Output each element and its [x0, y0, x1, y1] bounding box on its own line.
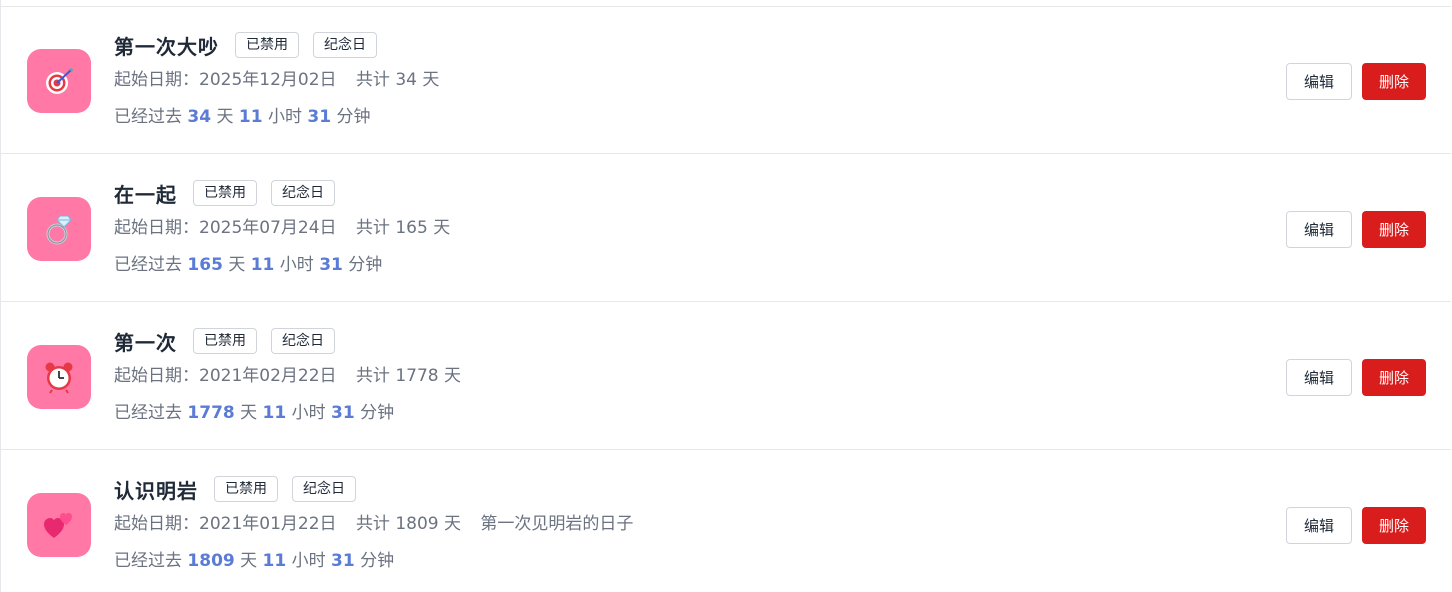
elapsed-hours: 11: [262, 551, 287, 571]
item-title: 第一次大吵: [114, 34, 219, 59]
edit-button[interactable]: 编辑: [1286, 63, 1352, 100]
start-date: 起始日期：2025年12月02日: [114, 70, 337, 90]
item-title: 认识明岩: [114, 478, 198, 503]
edit-button[interactable]: 编辑: [1286, 359, 1352, 396]
item-content: 在一起 已禁用 纪念日 起始日期：2025年07月24日 共计 165 天 已经…: [114, 179, 464, 277]
elapsed-minutes: 31: [307, 107, 332, 127]
status-badge: 已禁用: [214, 476, 278, 502]
edit-button[interactable]: 编辑: [1286, 211, 1352, 248]
item-content: 认识明岩 已禁用 纪念日 起始日期：2021年01月22日 共计 1809 天 …: [114, 475, 647, 573]
elapsed-minutes: 31: [331, 403, 355, 423]
elapsed-hours: 11: [262, 403, 287, 423]
elapsed-days: 165: [187, 255, 223, 275]
target-icon: [27, 49, 91, 113]
edit-button[interactable]: 编辑: [1286, 507, 1352, 544]
type-badge: 纪念日: [271, 180, 335, 206]
elapsed-time: 已经过去 165 天 11 小时 31 分钟: [114, 255, 383, 275]
type-badge: 纪念日: [292, 476, 356, 502]
delete-button[interactable]: 删除: [1362, 359, 1426, 396]
elapsed-days: 1778: [187, 403, 235, 423]
elapsed-time: 已经过去 34 天 11 小时 31 分钟: [114, 107, 371, 127]
start-date: 起始日期：2021年01月22日: [114, 514, 337, 534]
alarm-clock-icon: [27, 345, 91, 409]
total-days: 共计 34 天: [355, 70, 440, 90]
start-date: 起始日期：2025年07月24日: [114, 218, 337, 238]
anniversary-list: 第一次大吵 已禁用 纪念日 起始日期：2025年12月02日 共计 34 天 已…: [0, 0, 1451, 592]
ring-icon: [27, 197, 91, 261]
item-note: 第一次见明岩的日子: [480, 514, 634, 534]
elapsed-hours: 11: [250, 255, 275, 275]
elapsed-minutes: 31: [319, 255, 343, 275]
list-item: 第一次大吵 已禁用 纪念日 起始日期：2025年12月02日 共计 34 天 已…: [1, 7, 1451, 154]
elapsed-days: 34: [187, 107, 212, 127]
item-title: 在一起: [114, 182, 177, 207]
item-content: 第一次 已禁用 纪念日 起始日期：2021年02月22日 共计 1778 天 已…: [114, 327, 475, 425]
item-content: 第一次大吵 已禁用 纪念日 起始日期：2025年12月02日 共计 34 天 已…: [114, 31, 453, 129]
status-badge: 已禁用: [235, 32, 299, 58]
list-item: 认识明岩 已禁用 纪念日 起始日期：2021年01月22日 共计 1809 天 …: [1, 451, 1451, 592]
two-hearts-icon: [27, 493, 91, 557]
elapsed-days: 1809: [187, 551, 235, 571]
total-days: 共计 1809 天: [355, 514, 462, 534]
total-days: 共计 1778 天: [355, 366, 462, 386]
elapsed-hours: 11: [238, 107, 263, 127]
item-title: 第一次: [114, 330, 177, 355]
start-date: 起始日期：2021年02月22日: [114, 366, 337, 386]
elapsed-time: 已经过去 1809 天 11 小时 31 分钟: [114, 551, 395, 571]
list-item: 第一次 已禁用 纪念日 起始日期：2021年02月22日 共计 1778 天 已…: [1, 303, 1451, 450]
delete-button[interactable]: 删除: [1362, 211, 1426, 248]
list-item: 在一起 已禁用 纪念日 起始日期：2025年07月24日 共计 165 天 已经…: [1, 155, 1451, 302]
elapsed-time: 已经过去 1778 天 11 小时 31 分钟: [114, 403, 395, 423]
delete-button[interactable]: 删除: [1362, 63, 1426, 100]
type-badge: 纪念日: [313, 32, 377, 58]
status-badge: 已禁用: [193, 328, 257, 354]
type-badge: 纪念日: [271, 328, 335, 354]
status-badge: 已禁用: [193, 180, 257, 206]
elapsed-minutes: 31: [331, 551, 355, 571]
total-days: 共计 165 天: [355, 218, 451, 238]
delete-button[interactable]: 删除: [1362, 507, 1426, 544]
